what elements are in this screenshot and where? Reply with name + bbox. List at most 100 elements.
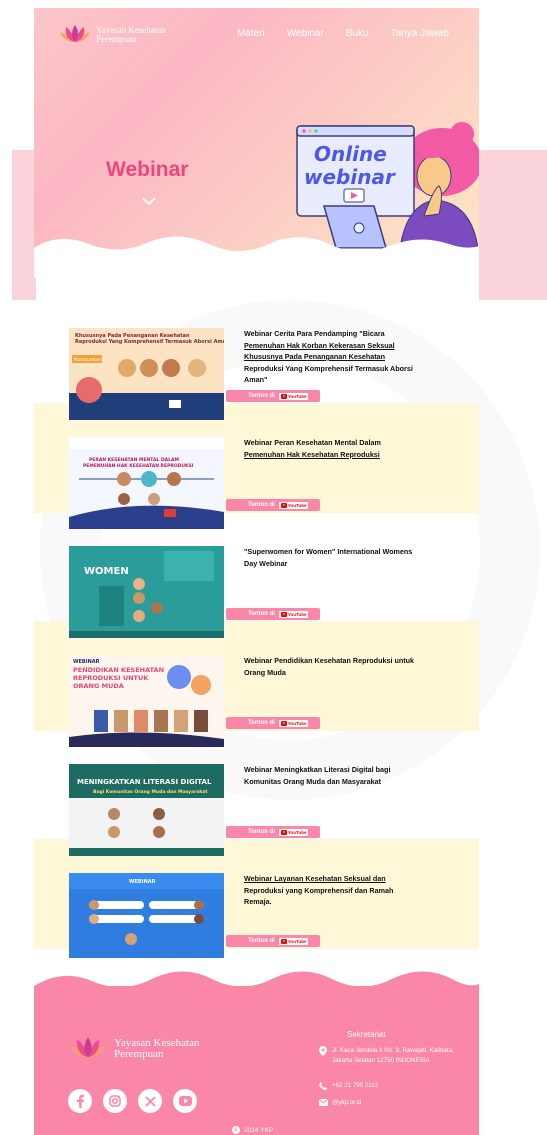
watch-button-label: Tonton di: [248, 393, 275, 399]
watch-on-youtube-button[interactable]: Tonton di YouTube: [226, 717, 320, 729]
background-band: [12, 150, 36, 300]
thumbnail-tag: Bagi Komunitas Orang Muda dan Masyarakat: [93, 789, 208, 795]
phone-icon: [319, 1082, 327, 1090]
watch-on-youtube-button[interactable]: Tonton di YouTube: [226, 935, 320, 947]
youtube-icon: YouTube: [278, 719, 309, 727]
footer-address-text: Jl. Kaca Jendela II No. 9, Rawajati, Kal…: [332, 1047, 454, 1064]
thumbnail-heading-2: REPRODUKSI UNTUK: [73, 674, 149, 682]
brand-logo[interactable]: Yayasan Kesehatan Perempuan: [58, 24, 166, 46]
copyright: c 2024 YKP: [232, 1126, 273, 1134]
webinar-title[interactable]: "Superwomen for Women" International Wom…: [244, 546, 419, 569]
thumbnail-heading-2: PEMENUHAN HAK KESEHATAN REPRODUKSI: [83, 463, 194, 469]
copyright-text: 2024 YKP: [244, 1126, 274, 1134]
webinar-title-link[interactable]: Pemenuhan Hak Kesehatan Reproduksi: [244, 450, 380, 459]
mail-icon: [319, 1099, 328, 1106]
footer-address: Jl. Kaca Jendela II No. 9, Rawajati, Kal…: [319, 1046, 459, 1065]
facebook-icon[interactable]: [68, 1089, 92, 1113]
webinar-title[interactable]: Webinar Pendidikan Kesehatan Reproduksi …: [244, 655, 419, 678]
watch-on-youtube-button[interactable]: Tonton di YouTube: [226, 608, 320, 620]
webinar-title-text: "Superwomen for Women" International Wom…: [244, 547, 413, 568]
webinar-title[interactable]: Webinar Cerita Para Pendamping "Bicara P…: [244, 328, 419, 386]
youtube-label: YouTube: [287, 393, 307, 399]
webinar-title[interactable]: Webinar Peran Kesehatan Mental Dalam Pem…: [244, 437, 419, 460]
watch-button-label: Tonton di: [248, 502, 275, 508]
copyright-icon: c: [232, 1126, 240, 1134]
webinar-thumbnail[interactable]: PERAN KESEHATAN MENTAL DALAM PEMENUHAN H…: [69, 437, 224, 529]
youtube-label: YouTube: [287, 829, 307, 835]
youtube-label: YouTube: [287, 611, 307, 617]
page-title: Webinar: [106, 158, 189, 181]
instagram-icon[interactable]: [103, 1089, 127, 1113]
footer-phone[interactable]: +62 21 790 2112: [319, 1082, 379, 1090]
background-band: [479, 150, 547, 300]
footer-email-text: @ykp.or.id: [332, 1099, 362, 1106]
footer-wave: [34, 971, 479, 996]
webinar-title-text: Webinar Cerita Para Pendamping "Bicara: [244, 329, 385, 338]
webinar-item: WOMEN "Superwomen for Women" Internation…: [69, 546, 479, 638]
webinar-thumbnail[interactable]: MENINGKATKAN LITERASI DIGITAL Bagi Komun…: [69, 764, 224, 856]
youtube-icon: YouTube: [278, 392, 309, 400]
webinar-title-link[interactable]: Webinar Layanan Kesehatan Seksual dan: [244, 874, 386, 883]
youtube-label: YouTube: [287, 938, 307, 944]
youtube-label: YouTube: [287, 720, 307, 726]
youtube-icon[interactable]: [173, 1089, 197, 1113]
webinar-item: WEBINAR Webinar Layanan Kesehatan Seksua…: [69, 873, 479, 965]
youtube-icon: YouTube: [278, 501, 309, 509]
webinar-title-text: Webinar Peran Kesehatan Mental Dalam: [244, 438, 381, 447]
watch-button-label: Tonton di: [248, 611, 275, 617]
thumbnail-heading: WEBINAR: [129, 879, 156, 885]
thumbnail-heading: PERAN KESEHATAN MENTAL DALAM: [89, 457, 179, 463]
nav-item-materi[interactable]: Materi: [237, 28, 265, 39]
illustration-text-online: Online: [314, 142, 387, 166]
watch-on-youtube-button[interactable]: Tonton di YouTube: [226, 499, 320, 511]
webinar-thumbnail[interactable]: Khususnya Pada Penanganan Kesehatan Repr…: [69, 328, 224, 420]
thumbnail-heading: WOMEN: [84, 566, 129, 577]
brand-name-line2: Perempuan: [96, 34, 137, 44]
webinar-title-link[interactable]: Pemenuhan Hak Korban Kekerasan Seksual K…: [244, 341, 395, 362]
youtube-label: YouTube: [287, 502, 307, 508]
watch-button-label: Tonton di: [248, 720, 275, 726]
webinar-item: PERAN KESEHATAN MENTAL DALAM PEMENUHAN H…: [69, 437, 479, 529]
webinar-item: MENINGKATKAN LITERASI DIGITAL Bagi Komun…: [69, 764, 479, 856]
hero: Yayasan Kesehatan Perempuan Materi Webin…: [34, 8, 479, 278]
footer-brand-name: Yayasan Kesehatan Perempuan: [114, 1038, 199, 1060]
thumbnail-heading: PENDIDIKAN KESEHATAN: [73, 666, 164, 674]
chevron-down-icon[interactable]: [141, 195, 157, 207]
webinar-thumbnail[interactable]: WEBINAR PENDIDIKAN KESEHATAN REPRODUKSI …: [69, 655, 224, 747]
footer-email[interactable]: @ykp.or.id: [319, 1099, 361, 1106]
webinar-title-tail: Reproduksi yang Komprehensif dan Ramah R…: [244, 885, 394, 907]
nav-item-buku[interactable]: Buku: [346, 28, 369, 39]
thumbnail-tag: WEBINAR: [73, 659, 100, 665]
youtube-icon: YouTube: [278, 937, 309, 945]
webinar-thumbnail[interactable]: WEBINAR: [69, 873, 224, 965]
webinar-title[interactable]: Webinar Meningkatkan Literasi Digital ba…: [244, 764, 419, 787]
lotus-logo-icon: [70, 1037, 106, 1058]
webinar-title-text: Webinar Meningkatkan Literasi Digital ba…: [244, 765, 391, 786]
thumbnail-heading-3: ORANG MUDA: [73, 682, 124, 690]
illustration-text-webinar: webinar: [304, 165, 396, 189]
youtube-icon: YouTube: [278, 610, 309, 618]
webinar-thumbnail[interactable]: WOMEN: [69, 546, 224, 638]
thumbnail-heading: MENINGKATKAN LITERASI DIGITAL: [77, 778, 212, 786]
main-nav: Materi Webinar Buku Tanya Jawab: [237, 28, 449, 39]
x-icon[interactable]: [138, 1089, 162, 1113]
footer-brand-logo[interactable]: Yayasan Kesehatan Perempuan: [68, 1036, 199, 1062]
nav-item-webinar[interactable]: Webinar: [287, 28, 324, 39]
footer-brand-name-line2: Perempuan: [114, 1048, 164, 1060]
webinar-title[interactable]: Webinar Layanan Kesehatan Seksual dan Re…: [244, 873, 419, 908]
footer-phone-text: +62 21 790 2112: [332, 1082, 379, 1089]
nav-item-tanya-jawab[interactable]: Tanya Jawab: [391, 28, 449, 39]
webinar-item: Khususnya Pada Penanganan Kesehatan Repr…: [69, 328, 479, 420]
brand-name: Yayasan Kesehatan Perempuan: [96, 26, 166, 44]
watch-button-label: Tonton di: [248, 829, 275, 835]
thumbnail-heading-2: Reproduksi Yang Komprehensif Termasuk Ab…: [75, 339, 224, 345]
social-links: [68, 1089, 197, 1113]
watch-on-youtube-button[interactable]: Tonton di YouTube: [226, 826, 320, 838]
watch-on-youtube-button[interactable]: Tonton di YouTube: [226, 390, 320, 402]
footer-heading: Sekretariat: [347, 1030, 386, 1039]
webinar-title-tail: Reproduksi Yang Komprehensif Termasuk Ab…: [244, 363, 413, 385]
watch-button-label: Tonton di: [248, 938, 275, 944]
hero-wave: [34, 236, 479, 278]
webinar-item: WEBINAR PENDIDIKAN KESEHATAN REPRODUKSI …: [69, 655, 479, 747]
webinar-title-text: Webinar Pendidikan Kesehatan Reproduksi …: [244, 656, 415, 677]
